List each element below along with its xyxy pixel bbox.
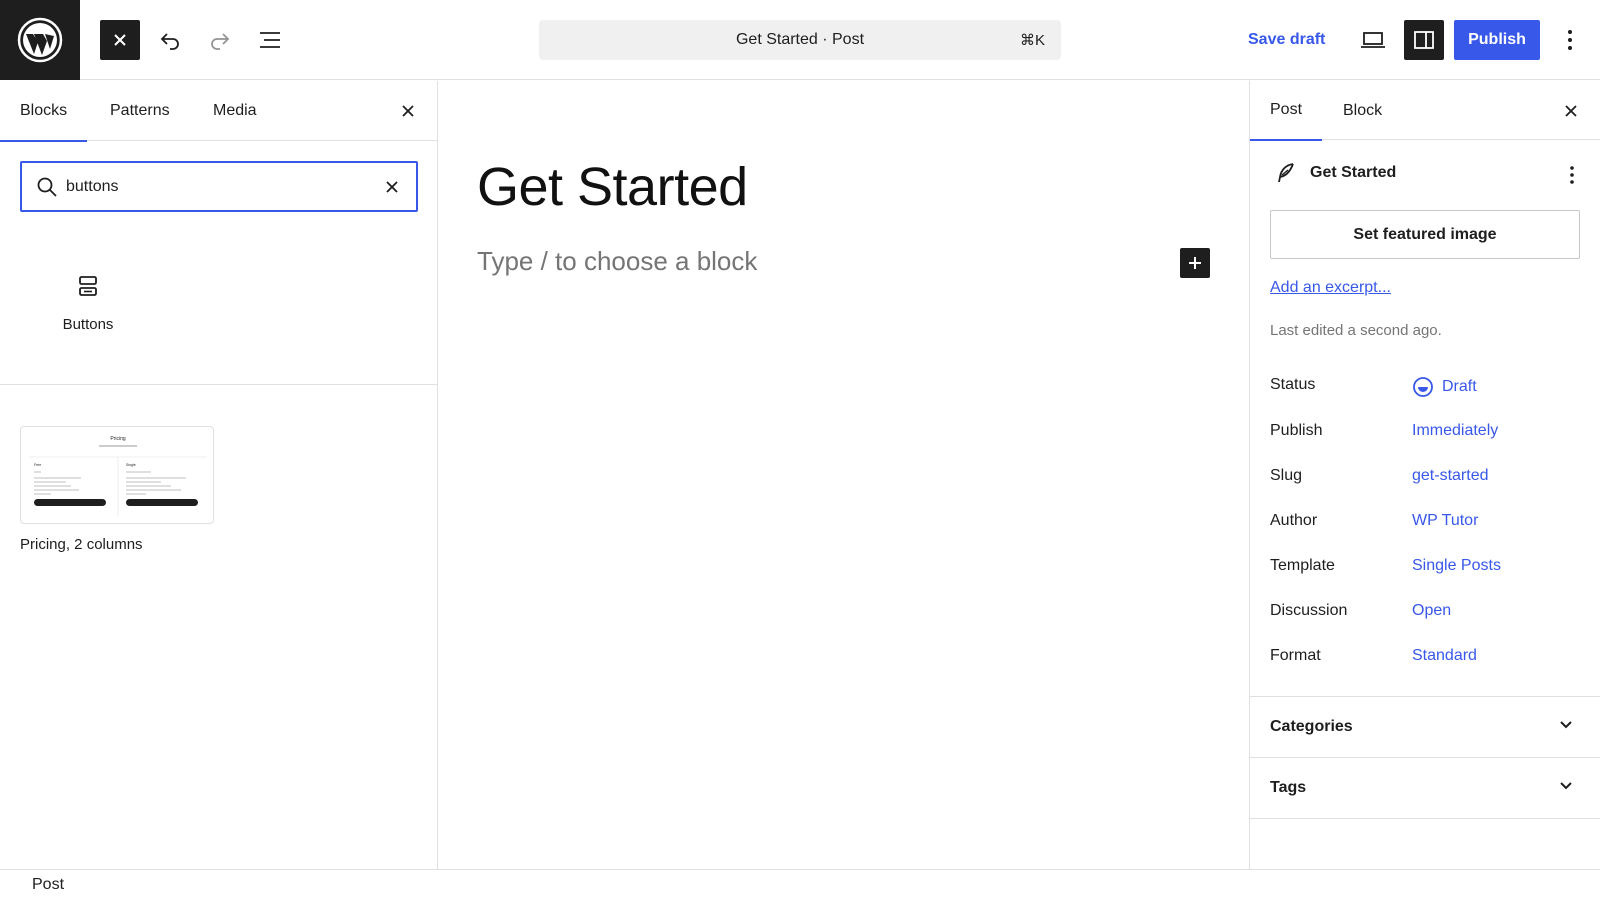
block-placeholder[interactable]: Type / to choose a block [477,246,757,277]
pattern-preview-col2: Single [126,463,136,467]
close-icon [402,105,414,117]
tab-block[interactable]: Block [1323,81,1402,140]
block-search-input[interactable] [66,173,366,201]
desktop-icon [1361,32,1385,48]
block-inserter-panel: Blocks Patterns Media Buttons Pricing Fr… [0,81,438,869]
close-inserter-panel-button[interactable] [392,95,424,127]
editor-header: Get Started · Post ⌘K Save draft Publish [0,0,1600,80]
buttons-block-icon [79,276,97,296]
draft-status-icon [1413,377,1433,397]
inserter-tabs: Blocks Patterns Media [0,81,438,142]
tab-post[interactable]: Post [1250,81,1323,141]
pattern-result-pricing[interactable]: Pricing Free Single [20,426,214,524]
tab-blocks[interactable]: Blocks [0,81,88,142]
set-featured-image-button[interactable]: Set featured image [1270,210,1580,259]
pattern-preview: Pricing Free Single [29,436,207,517]
meta-label: Discussion [1270,602,1348,619]
section-title: Categories [1270,718,1353,735]
discussion-button[interactable]: Open [1412,602,1451,620]
list-view-icon [260,32,280,48]
meta-row-publish: Publish Immediately [1270,422,1590,446]
last-edited-text: Last edited a second ago. [1270,322,1442,339]
settings-toggle-button[interactable] [1404,20,1444,60]
more-vertical-icon [1570,166,1574,184]
block-result-label: Buttons [62,316,114,333]
template-button[interactable]: Single Posts [1412,557,1501,575]
meta-row-template: Template Single Posts [1270,557,1590,581]
search-icon [37,177,57,197]
pattern-preview-col1: Free [34,463,41,467]
shortcut-hint: ⌘K [1019,32,1045,49]
more-vertical-icon [1568,30,1572,50]
command-palette-button[interactable]: Get Started · Post ⌘K [539,20,1061,60]
tab-patterns[interactable]: Patterns [90,81,190,141]
slug-button[interactable]: get-started [1412,467,1488,485]
tags-panel-toggle[interactable]: Tags [1250,758,1600,818]
editor-canvas: Get Started Type / to choose a block [439,81,1249,869]
chevron-down-icon [1560,782,1572,790]
meta-row-slug: Slug get-started [1270,467,1590,491]
chevron-down-icon [1560,721,1572,729]
tab-media[interactable]: Media [193,81,277,141]
close-icon [114,34,126,46]
meta-row-format: Format Standard [1270,647,1590,671]
document-title: Get Started · Post [735,31,865,48]
categories-panel-toggle[interactable]: Categories [1250,697,1600,757]
close-icon [1565,105,1577,117]
post-card-title: Get Started [1310,164,1397,181]
pattern-preview-title: Pricing [110,436,126,442]
meta-label: Template [1270,557,1335,574]
plus-icon [1189,257,1201,269]
redo-button[interactable] [200,20,240,60]
block-breadcrumb-bar: Post [0,869,1600,900]
status-value: Draft [1442,378,1477,395]
publish-button[interactable]: Publish [1454,20,1540,60]
redo-icon [211,33,230,50]
publish-date-button[interactable]: Immediately [1412,422,1498,440]
undo-button[interactable] [150,20,190,60]
breadcrumb-post[interactable]: Post [32,876,64,894]
block-search-box [20,161,418,212]
sidebar-icon [1414,31,1434,49]
options-button[interactable] [1550,20,1590,60]
status-value-button[interactable]: Draft [1412,376,1477,398]
preview-button[interactable] [1353,20,1393,60]
meta-label: Author [1270,512,1318,529]
post-actions-button[interactable] [1558,161,1586,189]
wordpress-logo-icon[interactable] [0,0,80,80]
divider [1250,818,1600,819]
meta-label: Slug [1270,467,1303,484]
pattern-result-label: Pricing, 2 columns [20,536,143,553]
feather-icon [1278,163,1294,183]
format-button[interactable]: Standard [1412,647,1477,665]
document-overview-button[interactable] [250,20,290,60]
close-inserter-button[interactable] [100,20,140,60]
meta-row-status: Status Draft [1270,376,1590,400]
section-title: Tags [1270,779,1307,796]
undo-icon [160,33,179,50]
settings-tabs: Post Block [1250,81,1600,141]
close-settings-button[interactable] [1555,95,1587,127]
save-draft-button[interactable]: Save draft [1236,20,1337,60]
meta-row-discussion: Discussion Open [1270,602,1590,626]
meta-label: Status [1270,376,1316,393]
block-result-buttons[interactable]: Buttons [40,266,136,356]
divider [0,384,438,385]
add-excerpt-link[interactable]: Add an excerpt... [1270,279,1391,297]
close-icon [386,181,398,193]
clear-search-button[interactable] [378,173,406,201]
meta-label: Format [1270,647,1321,664]
author-button[interactable]: WP Tutor [1412,512,1478,530]
add-block-button[interactable] [1180,248,1210,278]
settings-sidebar: Post Block Get Started Set featured imag… [1249,81,1600,869]
meta-row-author: Author WP Tutor [1270,512,1590,536]
meta-label: Publish [1270,422,1323,439]
post-title[interactable]: Get Started [477,156,748,218]
